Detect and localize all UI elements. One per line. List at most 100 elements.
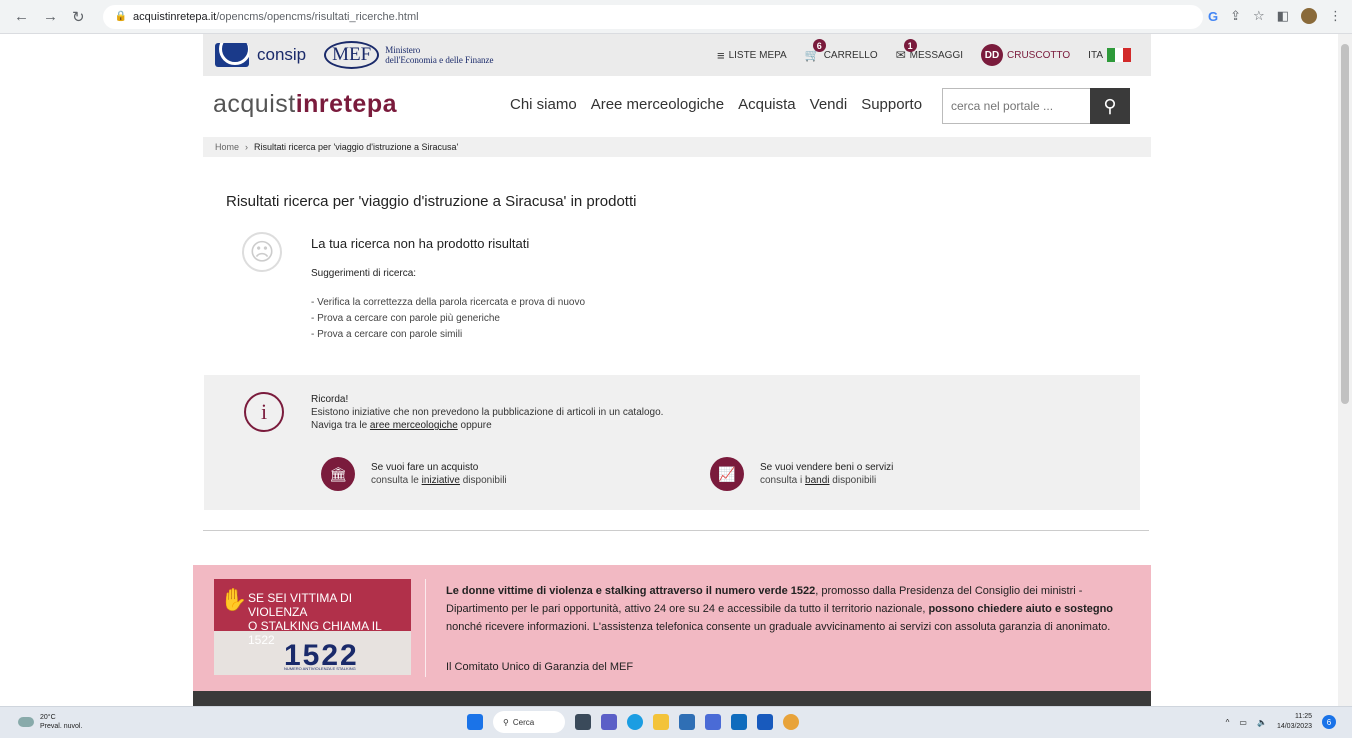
search-icon: ⚲ [1103, 95, 1117, 116]
google-icon[interactable]: G [1208, 9, 1218, 24]
weather-widget[interactable]: 20°C Preval. nuvol. [18, 713, 82, 731]
file-explorer-icon[interactable] [653, 714, 669, 730]
site-header: acquistinretepa Chi siamo Aree merceolog… [203, 76, 1151, 132]
mef-logo-link[interactable]: MEF Ministero dell'Economia e delle Fina… [324, 41, 494, 69]
breadcrumb-current: Risultati ricerca per 'viaggio d'istruzi… [254, 142, 459, 152]
banner-bold-2: possono chiedere aiuto e sostegno [928, 603, 1114, 615]
app-icon[interactable] [705, 714, 721, 730]
menu-kebab-icon[interactable]: ⋮ [1329, 8, 1342, 24]
banner-text-2: nonché ricevere informazioni. L'assisten… [446, 621, 1111, 633]
buy-pre: consulta le [371, 475, 419, 486]
outlook-icon[interactable] [731, 714, 747, 730]
sad-face-icon: ☹ [242, 232, 282, 272]
breadcrumb-home[interactable]: Home [215, 142, 239, 152]
sell-cta: 📈 Se vuoi vendere beni o servizi consult… [710, 457, 893, 491]
nav-aree-merceologiche[interactable]: Aree merceologiche [591, 96, 724, 113]
chevron-up-icon[interactable]: ^ [1226, 718, 1230, 727]
buy-post: disponibili [462, 475, 507, 486]
consip-logo-icon [215, 43, 249, 67]
search-icon: ⚲ [503, 717, 509, 727]
breadcrumb-separator-icon: › [245, 142, 249, 152]
network-icon[interactable]: ▭ [1239, 718, 1247, 727]
task-view-icon[interactable] [575, 714, 591, 730]
consip-label: consip [257, 45, 307, 64]
mef-line1: Ministero [385, 45, 421, 55]
reminder-line2-pre: Naviga tra le [311, 420, 368, 431]
info-icon: i [244, 392, 284, 432]
sidepanel-icon[interactable]: ◧ [1277, 8, 1289, 24]
forward-icon[interactable]: → [43, 8, 58, 26]
cug-mef-link[interactable]: Il Comitato Unico di Garanzia del MEF [446, 661, 633, 673]
buy-title: Se vuoi fare un acquisto [371, 462, 479, 473]
taskbar-search[interactable]: ⚲ Cerca [493, 711, 565, 733]
word-icon[interactable] [757, 714, 773, 730]
footer [193, 691, 1151, 706]
share-icon[interactable]: ⇪ [1230, 8, 1241, 24]
banner-text: Le donne vittime di violenza e stalking … [446, 582, 1126, 636]
reminder-title: Ricorda! [311, 394, 349, 405]
cruscotto-link[interactable]: DD CRUSCOTTO [981, 44, 1070, 66]
windows-start-icon[interactable] [467, 714, 483, 730]
cart-badge: 6 [812, 39, 826, 52]
profile-avatar[interactable] [1301, 8, 1317, 24]
nav-vendi[interactable]: Vendi [810, 96, 848, 113]
reload-icon[interactable]: ↻ [72, 8, 85, 26]
mef-line2: dell'Economia e delle Finanze [385, 55, 494, 65]
suggestions-title: Suggerimenti di ricerca: [311, 268, 417, 279]
language-label: ITA [1088, 49, 1103, 61]
browser-toolbar: ← → ↻ 🔒 acquistinretepa.it/opencms/openc… [0, 0, 1352, 34]
sell-post: disponibili [832, 475, 877, 486]
calendar-icon[interactable] [679, 714, 695, 730]
clock[interactable]: 11:25 14/03/2023 [1277, 712, 1312, 732]
url-path: /opencms/opencms/risultati_ricerche.html [216, 10, 419, 23]
main-nav: Chi siamo Aree merceologiche Acquista Ve… [510, 76, 922, 132]
edge-icon[interactable] [627, 714, 643, 730]
taskbar-search-label: Cerca [512, 717, 535, 727]
bank-icon: 🏛 [321, 457, 355, 491]
reminder-box: i Ricorda! Esistono iniziative che non p… [204, 375, 1140, 510]
lock-icon: 🔒 [114, 11, 128, 22]
list-item: - Prova a cercare con parole più generic… [311, 313, 500, 324]
liste-mepa-link[interactable]: ≡ LISTE MEPA [717, 48, 787, 63]
bookmark-star-icon[interactable]: ☆ [1253, 8, 1265, 24]
list-item: - Verifica la correttezza della parola r… [311, 297, 586, 308]
carrello-label: CARRELLO [823, 49, 878, 61]
page-scrollbar[interactable] [1338, 34, 1352, 706]
search-button[interactable]: ⚲ [1090, 88, 1130, 124]
carrello-link[interactable]: 6 🛒 CARRELLO [805, 39, 878, 62]
chat-icon[interactable] [601, 714, 617, 730]
aree-merceologiche-link[interactable]: aree merceologiche [370, 420, 458, 431]
mef-logo-icon: MEF [324, 41, 380, 69]
hamburger-icon: ≡ [716, 47, 725, 63]
messaggi-link[interactable]: 1 ✉ MESSAGGI [896, 39, 963, 62]
sell-pre: consulta i [760, 475, 803, 486]
nav-acquista[interactable]: Acquista [738, 96, 796, 113]
reminder-line2-post: oppure [460, 420, 492, 431]
url-host: acquistinretepa.it [133, 10, 217, 23]
language-selector[interactable]: ITA [1088, 48, 1131, 62]
notification-badge[interactable]: 6 [1322, 715, 1336, 729]
site-logo[interactable]: acquistinretepa [213, 90, 397, 119]
nav-supporto[interactable]: Supporto [861, 96, 922, 113]
poster-1522[interactable]: ✋ SE SEI VITTIMA DI VIOLENZA O STALKING … [214, 579, 411, 675]
search-input[interactable] [942, 88, 1090, 124]
nav-chi-siamo[interactable]: Chi siamo [510, 96, 577, 113]
no-results-heading: La tua ricerca non ha prodotto risultati [311, 236, 530, 251]
hand-icon: ✋ [220, 587, 248, 612]
antiviolence-banner: ✋ SE SEI VITTIMA DI VIOLENZA O STALKING … [193, 565, 1151, 691]
divider [203, 530, 1149, 531]
volume-icon[interactable]: 🔈 [1257, 718, 1267, 727]
chrome-icon[interactable] [783, 714, 799, 730]
bandi-link[interactable]: bandi [805, 475, 829, 486]
consip-logo-link[interactable]: consip [215, 43, 306, 67]
clock-time: 11:25 [1295, 713, 1312, 720]
iniziative-link[interactable]: iniziative [422, 475, 460, 486]
back-icon[interactable]: ← [14, 8, 29, 26]
breadcrumb: Home › Risultati ricerca per 'viaggio d'… [203, 137, 1151, 157]
banner-bold-1: Le donne vittime di violenza e stalking … [446, 585, 816, 597]
clock-date: 14/03/2023 [1276, 723, 1312, 730]
scrollbar-thumb[interactable] [1341, 44, 1349, 404]
page-title: Risultati ricerca per 'viaggio d'istruzi… [226, 193, 637, 210]
address-bar[interactable]: 🔒 acquistinretepa.it/opencms/opencms/ris… [102, 4, 1203, 29]
cloud-icon [18, 717, 34, 727]
